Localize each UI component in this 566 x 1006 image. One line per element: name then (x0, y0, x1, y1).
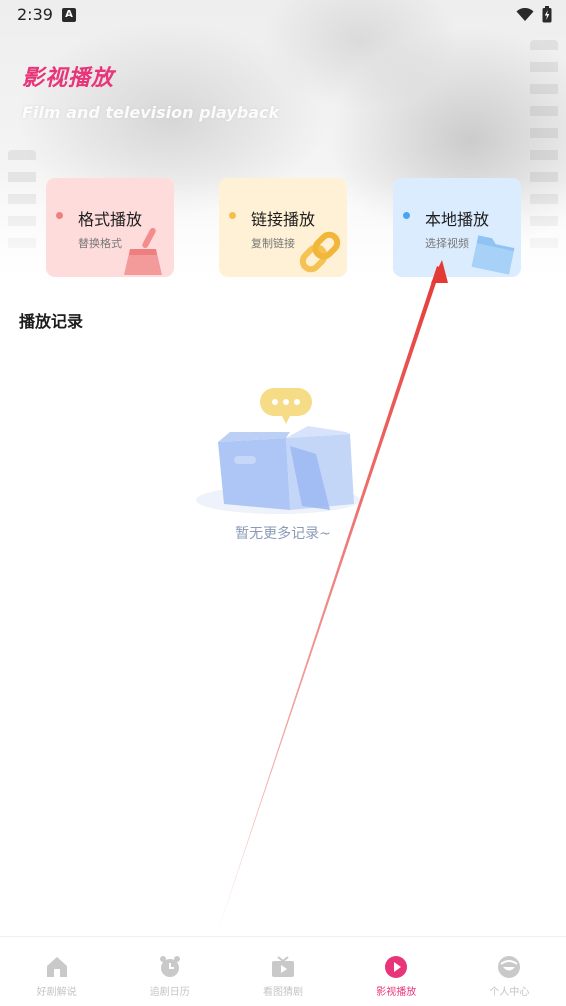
empty-box-illustration (196, 388, 360, 514)
film-strip-decoration (530, 40, 558, 260)
nav-label: 影视播放 (376, 987, 417, 998)
card-title: 本地播放 (425, 210, 490, 229)
tv-play-icon (272, 956, 294, 977)
local-play-card[interactable]: 本地播放 选择视频 (393, 178, 521, 277)
link-play-card[interactable]: 链接播放 复制链接 (219, 178, 347, 277)
page-title: 影视播放 (22, 66, 115, 91)
status-bar: 2:39 A (0, 0, 566, 30)
card-subtitle: 选择视频 (425, 237, 469, 250)
nav-item-video-playback[interactable]: 影视播放 (340, 937, 453, 1006)
nav-label: 好剧解说 (36, 987, 77, 998)
empty-history-text: 暂无更多记录~ (235, 526, 331, 542)
broom-icon (124, 227, 162, 275)
format-play-card[interactable]: 格式播放 替换格式 (46, 178, 174, 277)
page-subtitle: Film and television playback (22, 103, 280, 122)
card-dot (56, 212, 63, 219)
nav-item-drama-commentary[interactable]: 好剧解说 (0, 937, 113, 1006)
chain-link-icon (299, 231, 341, 273)
nav-label: 追剧日历 (149, 987, 190, 998)
play-circle-icon (385, 956, 408, 978)
card-subtitle: 复制链接 (251, 237, 295, 250)
bottom-navigation: 好剧解说 追剧日历 看图猜剧 影视播放 个人中心 (0, 936, 566, 1006)
card-subtitle: 替换格式 (78, 237, 122, 250)
card-dot (403, 212, 410, 219)
folder-icon (471, 235, 515, 275)
nav-item-drama-calendar[interactable]: 追剧日历 (113, 937, 226, 1006)
status-time: 2:39 (17, 5, 53, 24)
nav-item-guess-drama[interactable]: 看图猜剧 (226, 937, 339, 1006)
home-icon (46, 957, 67, 977)
nav-label: 个人中心 (489, 987, 530, 998)
battery-charging-icon (542, 6, 552, 23)
a-letter-icon: A (62, 8, 76, 22)
alarm-clock-icon (159, 956, 180, 977)
nav-item-profile[interactable]: 个人中心 (453, 937, 566, 1006)
wifi-icon (516, 7, 534, 21)
film-strip-decoration (8, 150, 36, 260)
face-icon (498, 956, 521, 978)
history-section-title: 播放记录 (19, 312, 84, 331)
card-dot (229, 212, 236, 219)
nav-label: 看图猜剧 (263, 987, 303, 998)
